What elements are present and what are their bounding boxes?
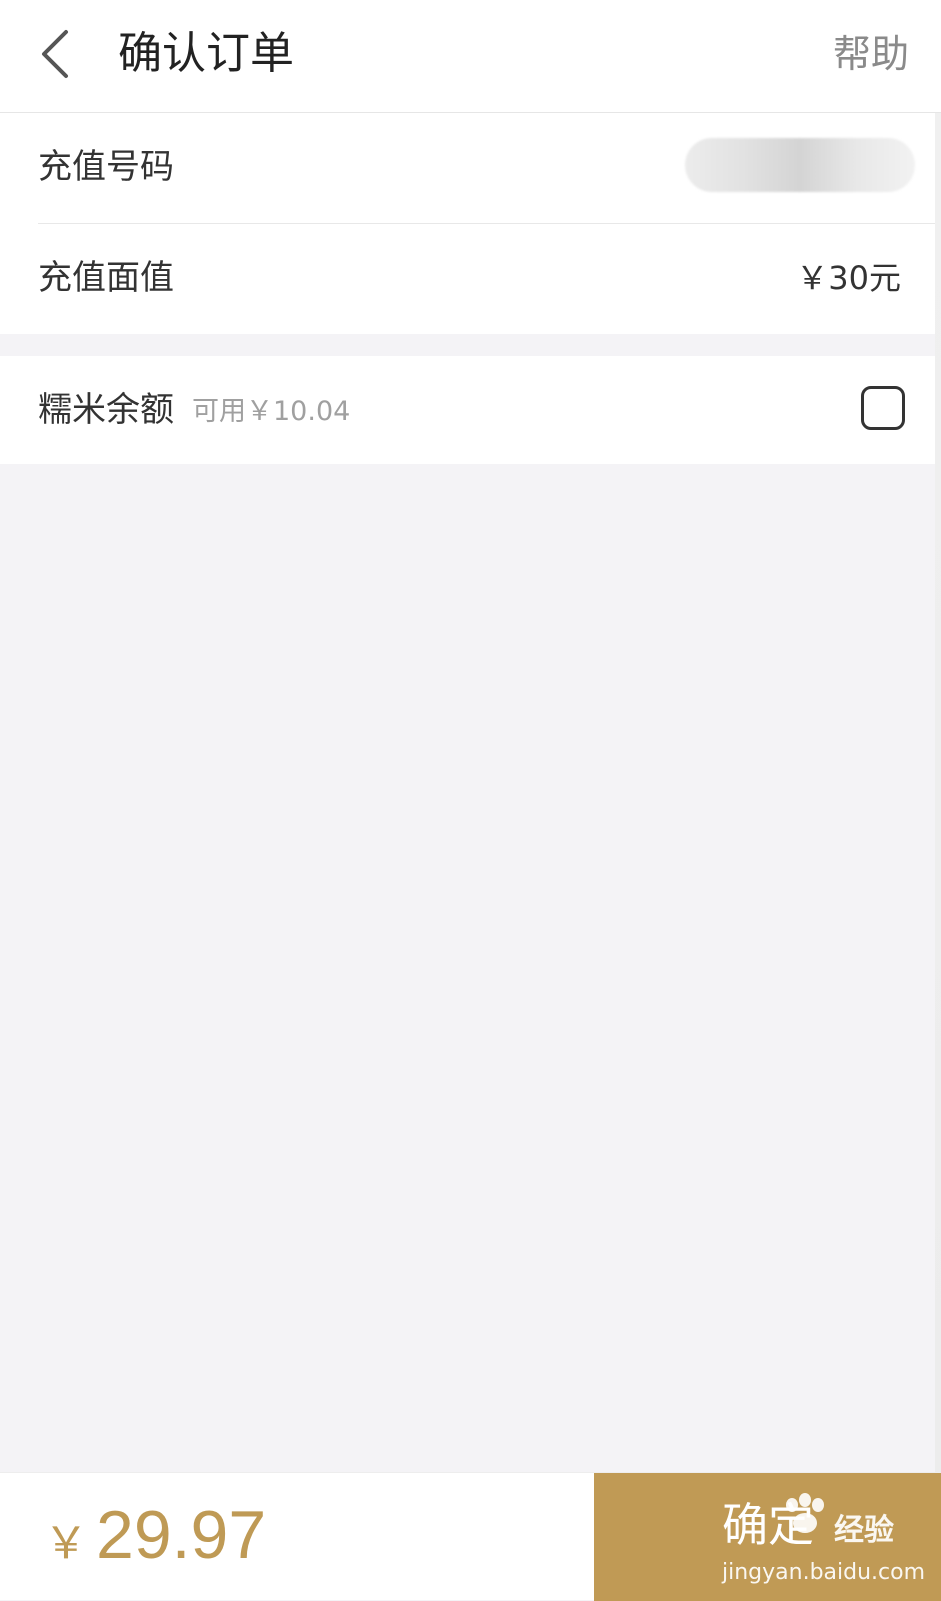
top-navigation-bar: 确认订单 帮助 — [0, 0, 941, 113]
chevron-left-icon — [42, 30, 68, 78]
total-amount: 29.97 — [96, 1497, 267, 1573]
balance-checkbox[interactable] — [861, 386, 905, 430]
currency-symbol: ￥ — [44, 1519, 88, 1568]
checkout-bar: ￥ 29.97 确定 经验 jingyan.baidu.com — [0, 1472, 941, 1601]
blurred-phone-number — [685, 138, 915, 192]
order-info-card: 充值号码 充值面值 ￥30元 — [0, 113, 941, 334]
phone-number-row: 充值号码 — [0, 113, 941, 224]
total-price: ￥ 29.97 — [44, 1487, 266, 1583]
page-title: 确认订单 — [118, 28, 294, 79]
watermark: 经验 jingyan.baidu.com — [722, 1493, 926, 1589]
phone-number-label: 充值号码 — [38, 147, 174, 187]
watermark-text: 经验 — [834, 1513, 894, 1548]
watermark-url: jingyan.baidu.com — [722, 1560, 926, 1585]
face-value-row: 充值面值 ￥30元 — [0, 224, 941, 334]
face-value-label: 充值面值 — [38, 258, 174, 298]
face-value-amount: ￥30元 — [796, 259, 901, 297]
balance-available: 可用￥10.04 — [192, 396, 351, 427]
balance-label: 糯米余额 — [38, 390, 174, 430]
confirm-button[interactable]: 确定 经验 jingyan.baidu.com — [594, 1473, 941, 1601]
scroll-edge — [935, 113, 941, 1473]
balance-row[interactable]: 糯米余额 可用￥10.04 — [0, 356, 941, 464]
help-link[interactable]: 帮助 — [833, 28, 909, 80]
paw-logo-icon — [786, 1493, 824, 1533]
back-button[interactable] — [30, 24, 90, 84]
